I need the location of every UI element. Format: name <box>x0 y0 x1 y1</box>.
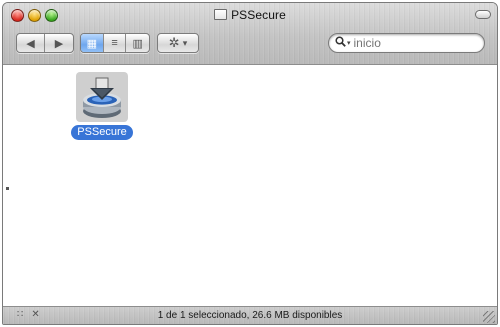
forward-button[interactable]: ▶ <box>45 34 73 52</box>
file-item-label: PSSecure <box>71 125 133 140</box>
file-item-pssecure[interactable]: PSSecure <box>69 72 135 140</box>
status-bar: ∷ ✕ 1 de 1 seleccionado, 26.6 MB disponi… <box>3 306 497 324</box>
back-arrow-icon: ◀ <box>26 37 35 50</box>
list-view-button[interactable]: ≡ <box>104 34 127 52</box>
title-area: PSSecure <box>3 7 497 23</box>
toolbar-toggle-button[interactable] <box>475 10 491 19</box>
icon-view-icon: ▦ <box>86 37 98 50</box>
chevron-down-icon: ▾ <box>182 37 188 48</box>
toolbar: PSSecure ◀ ▶ ▦ ≡ ▥ ✲ ▾ ▾ inicio <box>3 3 497 65</box>
status-text: 1 de 1 seleccionado, 26.6 MB disponibles <box>157 310 343 321</box>
search-input[interactable] <box>353 36 472 50</box>
view-switcher: ▦ ≡ ▥ <box>80 33 150 53</box>
sidebar-resize-handle[interactable] <box>6 187 9 190</box>
search-field[interactable]: ▾ <box>328 33 485 53</box>
installer-disk-icon <box>76 72 128 122</box>
file-browser-area[interactable]: PSSecure <box>3 66 497 308</box>
column-view-button[interactable]: ▥ <box>126 34 149 52</box>
window-title: PSSecure <box>231 7 286 22</box>
forward-arrow-icon: ▶ <box>54 37 64 50</box>
finder-window: PSSecure ◀ ▶ ▦ ≡ ▥ ✲ ▾ ▾ inicio PSSecure… <box>2 2 498 325</box>
disk-image-icon <box>214 9 228 20</box>
navigation-buttons: ◀ ▶ <box>16 33 74 53</box>
search-icon <box>335 36 346 50</box>
gear-icon: ✲ <box>168 35 180 50</box>
list-view-icon: ≡ <box>111 37 118 49</box>
resize-grip[interactable] <box>483 311 495 323</box>
icon-view-button[interactable]: ▦ <box>81 34 104 52</box>
column-view-icon: ▥ <box>132 37 143 50</box>
action-menu-button[interactable]: ✲ ▾ <box>157 33 199 53</box>
search-options-icon: ▾ <box>347 40 351 47</box>
back-button[interactable]: ◀ <box>17 34 46 52</box>
